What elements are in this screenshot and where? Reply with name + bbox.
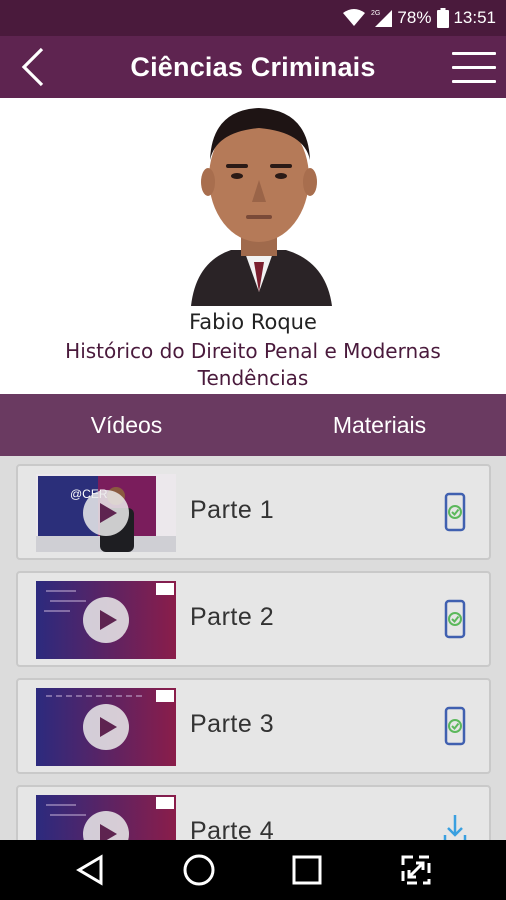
video-thumbnail: @CER <box>36 474 176 552</box>
video-item[interactable]: @CER Parte 1 <box>16 464 491 560</box>
content-tabs: Vídeos Materiais <box>0 394 506 456</box>
phone-check-icon[interactable] <box>443 492 467 532</box>
professor-name: Fabio Roque <box>189 310 317 334</box>
battery-icon <box>437 8 450 28</box>
play-icon <box>83 597 129 643</box>
course-title: Histórico do Direito Penal e Modernas Te… <box>65 339 441 390</box>
video-list: @CER Parte 1 Parte 2 Parte 3 Parte 4 <box>0 456 506 840</box>
play-icon <box>83 490 129 536</box>
recents-square-icon[interactable] <box>281 844 333 896</box>
hamburger-menu-icon[interactable] <box>448 42 500 92</box>
video-title: Parte 1 <box>190 496 275 524</box>
home-circle-icon[interactable] <box>173 844 225 896</box>
video-item[interactable]: Parte 4 <box>16 785 491 840</box>
back-button[interactable] <box>10 44 56 90</box>
video-thumbnail <box>36 581 176 659</box>
clock: 13:51 <box>453 8 496 27</box>
tab-videos[interactable]: Vídeos <box>0 394 253 456</box>
back-triangle-icon[interactable] <box>64 844 116 896</box>
video-title: Parte 4 <box>190 817 275 840</box>
phone-check-icon[interactable] <box>443 599 467 639</box>
system-nav-bar <box>0 840 506 900</box>
status-bar: 2G 78% 13:51 <box>0 0 506 36</box>
professor-profile: Fabio Roque Histórico do Direito Penal e… <box>0 98 506 394</box>
phone-check-icon[interactable] <box>443 706 467 746</box>
wifi-icon <box>343 9 366 27</box>
video-item[interactable]: Parte 3 <box>16 678 491 774</box>
tab-materials[interactable]: Materiais <box>253 394 506 456</box>
video-thumbnail <box>36 688 176 766</box>
page-title: Ciências Criminais <box>130 51 376 82</box>
signal-icon: 2G <box>371 8 393 28</box>
svg-text:2G: 2G <box>371 10 380 17</box>
video-thumbnail <box>36 795 176 840</box>
play-icon <box>83 704 129 750</box>
battery-percent: 78% <box>397 8 432 27</box>
back-arrow-icon <box>21 47 44 87</box>
video-title: Parte 2 <box>190 603 275 631</box>
video-title: Parte 3 <box>190 710 275 738</box>
video-item[interactable]: Parte 2 <box>16 571 491 667</box>
expand-icon[interactable] <box>390 844 442 896</box>
professor-photo <box>191 108 332 306</box>
download-icon[interactable] <box>443 813 467 840</box>
app-bar: Ciências Criminais <box>0 36 506 98</box>
